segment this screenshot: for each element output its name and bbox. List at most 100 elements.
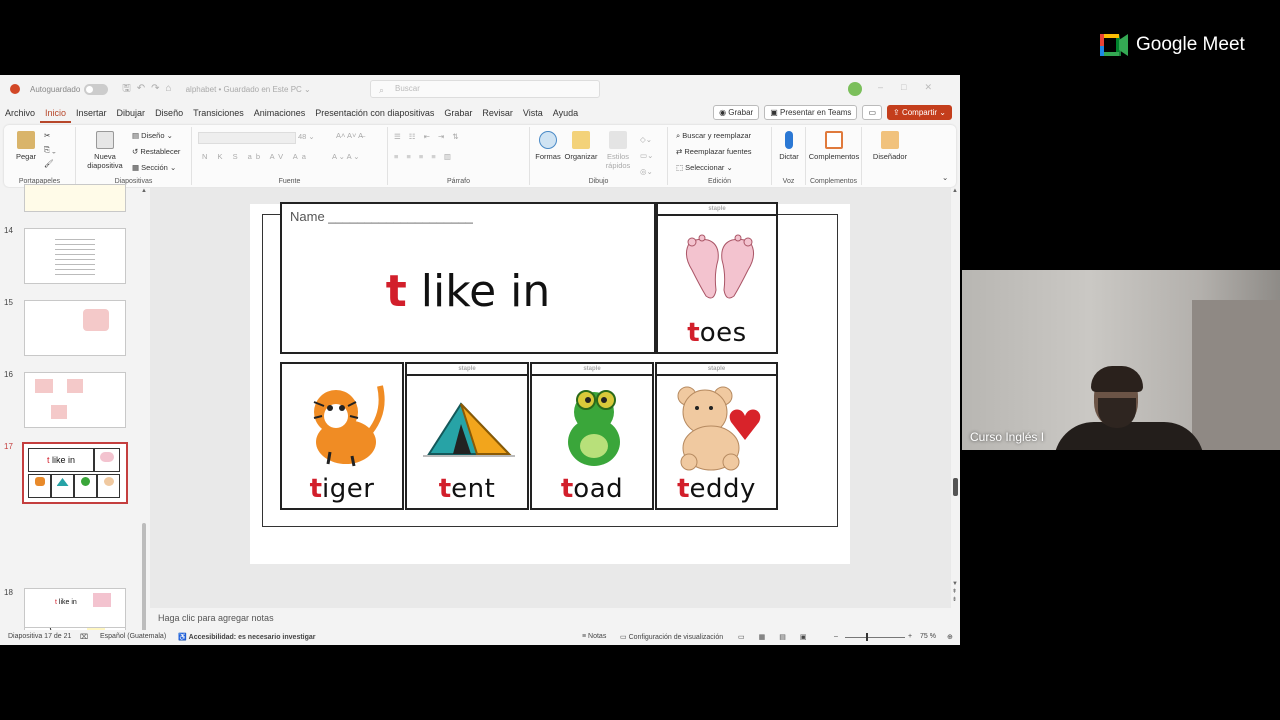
thumb-title: t like in <box>55 599 77 606</box>
format-painter-icon[interactable]: 🖌 <box>44 159 54 168</box>
background-shelf <box>1192 300 1280 450</box>
accessibility-status[interactable]: ♿ Accesibilidad: es necesario investigar <box>178 633 316 641</box>
scroll-up-icon[interactable]: ▲ <box>952 188 958 194</box>
copy-icon[interactable]: ⎘ ⌄ <box>44 145 56 155</box>
font-style-icons[interactable]: N K S ab AV Aa <box>202 152 310 161</box>
font-color-icons[interactable]: A ⌄ A ⌄ <box>332 152 360 161</box>
drawing-group-label: Dibujo <box>588 178 609 185</box>
language-status[interactable]: Español (Guatemala) <box>100 633 166 640</box>
zoom-knob[interactable] <box>866 633 868 641</box>
thumbnail-13[interactable] <box>24 184 126 212</box>
tab-ayuda[interactable]: Ayuda <box>548 103 583 123</box>
notes-pane[interactable]: Haga clic para agregar notas <box>150 608 952 628</box>
slide-scrollbar[interactable]: ▲ ▼ ⇞ ⇟ <box>951 188 960 608</box>
thumbnail-19[interactable]: t like in <box>24 588 126 628</box>
present-teams-button[interactable]: ▣ Presentar en Teams <box>764 105 858 120</box>
slide-editor: Name ____________________ t like in stap… <box>150 188 952 608</box>
tab-grabar[interactable]: Grabar <box>439 103 477 123</box>
font-size-icons[interactable]: A˄ A˅ A̶ <box>336 131 363 140</box>
quick-access-icons[interactable]: 🖫↶↷⌂ <box>122 81 177 98</box>
autosave-toggle[interactable] <box>84 83 109 95</box>
powerpoint-window: Autoguardado 🖫↶↷⌂ alphabet • Guardado en… <box>0 75 960 645</box>
record-button[interactable]: ◉ Grabar <box>713 105 760 120</box>
group-editing: ⌕ Buscar y reemplazar ⇄ Reemplazar fuent… <box>668 127 772 185</box>
thumbnail-17[interactable]: t like in <box>22 442 128 504</box>
thumbnail-number: 14 <box>4 226 13 235</box>
thumb-title: t like in <box>28 448 94 472</box>
section-button[interactable]: ▦ Sección ⌄ <box>132 163 176 172</box>
zoom-in-icon[interactable]: + <box>908 633 912 640</box>
scroll-up-icon[interactable]: ▲ <box>141 188 147 194</box>
tab-revisar[interactable]: Revisar <box>477 103 518 123</box>
list-icons[interactable]: ☰ ☷ ⇤ ⇥ ⇅ <box>394 132 462 141</box>
addins-button[interactable]: Complementos <box>808 131 860 161</box>
participant-video-tile[interactable]: Curso Inglés I <box>962 270 1280 450</box>
tab-animaciones[interactable]: Animaciones <box>249 103 311 123</box>
thumbnail-15[interactable] <box>24 300 126 356</box>
autosave-label: Autoguardado <box>30 84 81 94</box>
shapes-button[interactable]: Formas <box>534 131 562 161</box>
notes-label: Notas <box>588 633 607 640</box>
cut-icon[interactable]: ✂ <box>44 131 50 140</box>
feet-image <box>686 234 754 299</box>
thumbnail-14[interactable] <box>24 228 126 284</box>
thumbnail-number: 15 <box>4 298 13 307</box>
search-box[interactable]: ⌕ Buscar <box>370 80 600 98</box>
tab-inicio[interactable]: Inicio <box>40 103 72 123</box>
replace-fonts-button[interactable]: ⇄ Reemplazar fuentes <box>676 147 752 156</box>
find-replace-button[interactable]: ⌕ Buscar y reemplazar <box>676 131 751 141</box>
notes-button[interactable]: ≡ Notas <box>582 633 606 640</box>
tab-insertar[interactable]: Insertar <box>71 103 112 123</box>
quick-styles-button[interactable]: Estilos rápidos <box>600 131 636 170</box>
slide-nav-icons[interactable]: ▼ ⇞ ⇟ <box>952 580 958 604</box>
current-slide[interactable]: Name ____________________ t like in stap… <box>250 202 850 564</box>
tab-presentacion[interactable]: Presentación con diapositivas <box>310 103 439 123</box>
zoom-level[interactable]: 75 % <box>920 633 936 640</box>
shape-format-icons[interactable]: ◇⌄ ▭⌄ ◎⌄ <box>640 132 653 180</box>
font-name-select[interactable] <box>198 132 296 144</box>
reset-button[interactable]: ↺ Restablecer <box>132 147 180 156</box>
new-slide-button[interactable]: Nueva diapositiva <box>82 131 128 170</box>
word-rest: oad <box>573 474 624 504</box>
fit-slide-icon[interactable]: ⊕ <box>947 633 953 641</box>
dictate-button[interactable]: Dictar <box>774 131 804 161</box>
teddy-image <box>677 386 761 471</box>
meet-camera-icon <box>1100 34 1128 56</box>
arrange-button[interactable]: Organizar <box>564 131 598 161</box>
spelling-icon[interactable]: ⌧ <box>80 633 88 641</box>
toad-cell: staple toad <box>530 362 654 510</box>
shapes-label: Formas <box>535 152 561 161</box>
display-settings-button[interactable]: ▭ Configuración de visualización <box>620 633 723 641</box>
name-label: Name <box>290 209 325 224</box>
collapse-ribbon-icon[interactable]: ⌄ <box>942 173 948 182</box>
tab-diseno[interactable]: Diseño <box>150 103 188 123</box>
toad-image <box>568 390 620 466</box>
accessibility-label: Accesibilidad: es necesario investigar <box>188 634 316 641</box>
slide-scroll-thumb[interactable] <box>953 478 958 496</box>
select-button[interactable]: ⬚ Seleccionar ⌄ <box>676 163 733 172</box>
designer-button[interactable]: Diseñador <box>868 131 912 161</box>
share-button[interactable]: ⇪ Compartir ⌄ <box>887 105 952 120</box>
zoom-slider[interactable] <box>845 637 905 638</box>
voice-group-label: Voz <box>782 178 795 185</box>
comments-button[interactable]: ▭ <box>862 105 882 120</box>
window-controls[interactable]: –□✕ <box>878 82 950 93</box>
tab-archivo[interactable]: Archivo <box>0 103 40 123</box>
thumbnails-scrollbar[interactable] <box>142 523 146 643</box>
thumbnail-16[interactable] <box>24 372 126 428</box>
document-title[interactable]: alphabet • Guardado en Este PC ⌄ <box>186 85 311 94</box>
user-avatar[interactable] <box>848 82 862 96</box>
align-icons[interactable]: ≡ ≡ ≡ ≡ ▥ <box>394 152 454 161</box>
group-paragraph: ☰ ☷ ⇤ ⇥ ⇅ ≡ ≡ ≡ ≡ ▥ Párrafo <box>388 127 530 185</box>
paste-button[interactable]: Pegar <box>12 131 40 161</box>
font-size-select[interactable]: 48 ⌄ <box>298 132 315 141</box>
share-label: Compartir <box>901 108 938 117</box>
tab-dibujar[interactable]: Dibujar <box>112 103 151 123</box>
layout-button[interactable]: ▤ Diseño ⌄ <box>132 131 173 140</box>
tab-vista[interactable]: Vista <box>518 103 548 123</box>
ribbon-tabs: Archivo Inicio Insertar Dibujar Diseño T… <box>0 103 960 123</box>
zoom-out-icon[interactable]: – <box>834 633 838 640</box>
tab-transiciones[interactable]: Transiciones <box>188 103 249 123</box>
slide-counter: Diapositiva 17 de 21 <box>8 633 72 640</box>
view-icons[interactable]: ▭▦▤▣ <box>738 633 820 641</box>
